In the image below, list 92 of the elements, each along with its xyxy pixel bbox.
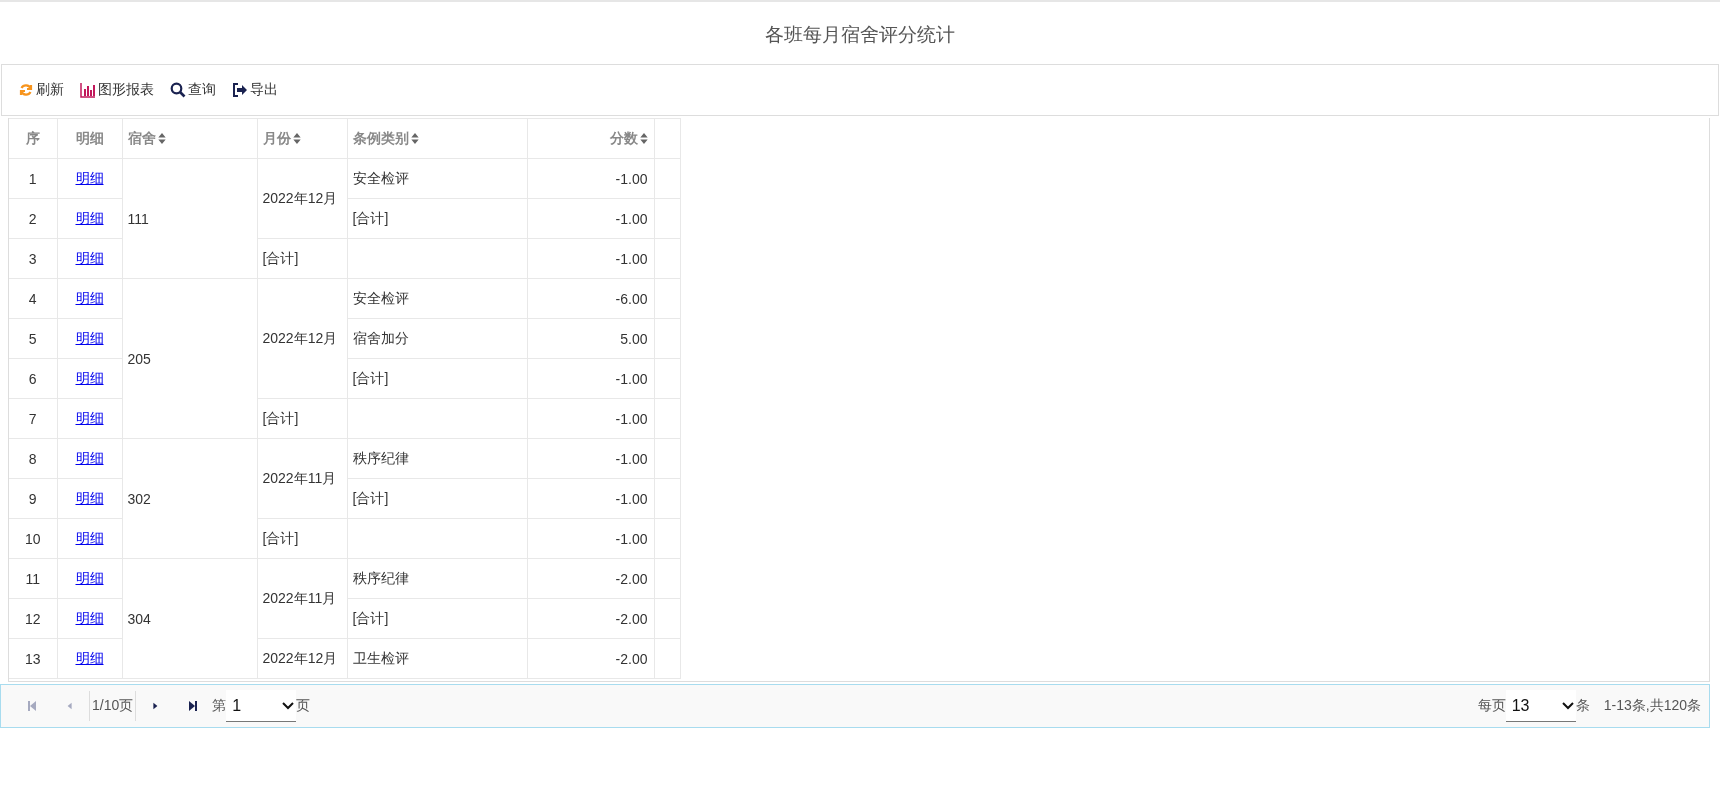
table-cell: 2022年11月 [257,558,347,639]
table-cell: -1.00 [527,358,654,399]
detail-link[interactable]: 明细 [75,409,104,426]
export-icon [232,82,248,98]
table-cell: 205 [122,278,257,439]
table-cell: 2022年12月 [257,158,347,239]
page-info: 1/10页 [89,691,137,721]
table-cell: 4 [9,278,57,319]
table-cell: 8 [9,438,57,479]
table-cell: -1.00 [527,238,654,279]
last-page-icon[interactable] [188,700,199,712]
table-cell: -1.00 [527,158,654,199]
toolbar-button[interactable]: 刷新 [12,77,70,103]
page-label: 第 [212,697,227,715]
detail-link[interactable]: 明细 [75,489,104,506]
detail-link[interactable]: 明细 [75,329,104,346]
column-header[interactable]: 条例类别 [347,118,527,159]
table-cell: -2.00 [527,558,654,599]
table-cell: [合计] [352,609,389,626]
table-cell: -1.00 [527,198,654,239]
table-cell: 2022年12月 [257,278,347,399]
next-page-icon[interactable] [151,701,160,711]
toolbar-button[interactable]: 图形报表 [74,77,160,103]
table-cell: 302 [122,438,257,559]
refresh-icon [18,82,34,98]
page-label: 页 [296,697,311,715]
detail-link[interactable]: 明细 [75,169,104,186]
detail-link[interactable]: 明细 [75,569,104,586]
table-cell: [合计] [257,398,347,439]
table-cell: 304 [122,558,257,679]
record-summary: 1-13条,共120条 [1603,697,1701,715]
table-cell: 宿舍加分 [352,329,409,346]
table-cell: 2022年11月 [257,438,347,519]
per-page-select[interactable]: 13 [1505,690,1576,722]
table-cell: 7 [9,398,57,439]
table-cell: 卫生检评 [352,649,409,666]
chevron-down-icon [1561,701,1574,710]
detail-link[interactable]: 明细 [75,529,104,546]
table-cell: -2.00 [527,638,654,679]
table-cell: 9 [9,478,57,519]
table-cell: 2 [9,198,57,239]
table-cell: 12 [9,598,57,639]
table-cell: -2.00 [527,598,654,639]
table-cell: [合计] [352,489,389,506]
column-header[interactable]: 宿舍 [122,118,257,159]
sort-icon [410,133,419,144]
bar-chart-icon [80,82,96,98]
table-cell: 3 [9,238,57,279]
toolbar-button[interactable]: 导出 [226,77,284,103]
column-header: 明细 [57,118,122,159]
table-cell: 5.00 [527,318,654,359]
chevron-down-icon [282,701,295,710]
table-cell: 秩序纪律 [352,449,409,466]
table-cell: 6 [9,358,57,399]
detail-link[interactable]: 明细 [75,249,104,266]
table-cell: 11 [9,558,57,599]
table-cell: -6.00 [527,278,654,319]
table-cell: 秩序纪律 [352,569,409,586]
sort-icon [292,133,301,144]
sort-icon [157,133,166,144]
detail-link[interactable]: 明细 [75,449,104,466]
per-page-label: 条 [1575,697,1590,715]
table-cell: [合计] [352,369,389,386]
page-select[interactable]: 1 [226,690,297,722]
per-page-label: 每页 [1477,697,1506,715]
table-cell: -1.00 [527,398,654,439]
table-cell: 13 [9,638,57,679]
table-cell: [合计] [257,518,347,559]
detail-link[interactable]: 明细 [75,209,104,226]
column-header[interactable]: 分数 [527,118,654,159]
column-header: 序 [9,118,57,159]
detail-link[interactable]: 明细 [75,369,104,386]
toolbar-button[interactable]: 查询 [164,77,222,103]
table-cell: [合计] [352,209,389,226]
table-cell: 安全检评 [352,169,409,186]
detail-link[interactable]: 明细 [75,609,104,626]
table-cell: -1.00 [527,438,654,479]
search-icon [170,82,186,98]
table-cell: 1 [9,158,57,199]
table-cell: 5 [9,318,57,359]
table-cell: -1.00 [527,518,654,559]
table-cell: -1.00 [527,478,654,519]
table-cell: 安全检评 [352,289,409,306]
detail-link[interactable]: 明细 [75,649,104,666]
table-cell: 2022年12月 [257,638,347,679]
table-cell: 111 [122,158,257,279]
column-header[interactable]: 月份 [257,118,347,159]
table-cell: 10 [9,518,57,559]
page-title: 各班每月宿舍评分统计 [764,23,956,47]
detail-link[interactable]: 明细 [75,289,104,306]
sort-icon [639,133,648,144]
table-cell: [合计] [257,238,347,279]
